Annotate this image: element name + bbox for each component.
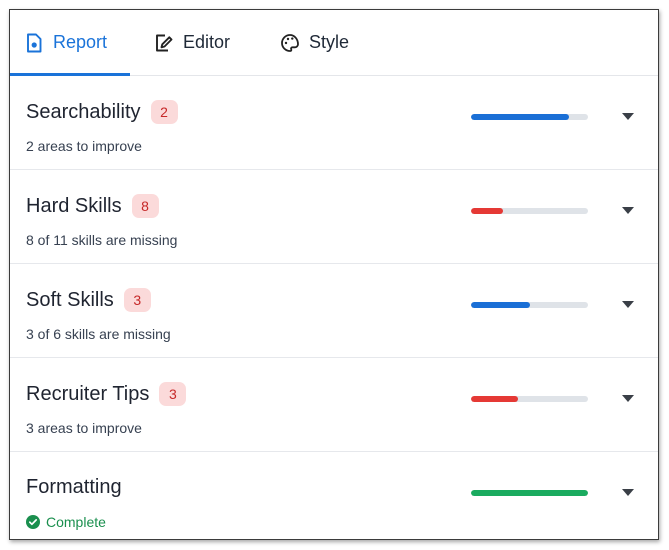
chevron-down-icon[interactable] (620, 392, 636, 404)
issue-count-badge: 2 (150, 100, 178, 124)
score-progress-fill (471, 490, 588, 496)
score-progress-fill (471, 208, 503, 214)
section-title-text: Recruiter Tips (26, 382, 150, 405)
section-subtitle: 3 of 6 skills are missing (26, 326, 171, 342)
tab-report[interactable]: Report (20, 10, 130, 76)
chevron-down-icon[interactable] (620, 204, 636, 216)
section-subtitle: Complete (46, 514, 106, 530)
tab-editor-label: Editor (183, 32, 231, 52)
score-progress-bar (471, 208, 588, 214)
section-row-recruiter-tips[interactable]: Recruiter Tips 3 3 areas to improve (10, 358, 658, 452)
tab-editor[interactable]: Editor (153, 10, 230, 76)
section-subtitle: 3 areas to improve (26, 420, 142, 436)
section-title: Soft Skills 3 (26, 288, 151, 312)
section-row-soft-skills[interactable]: Soft Skills 3 3 of 6 skills are missing (10, 264, 658, 358)
tab-style[interactable]: Style (279, 10, 349, 76)
score-progress-fill (471, 302, 530, 308)
section-subtitle: 8 of 11 skills are missing (26, 232, 178, 248)
section-status-complete: Complete (26, 514, 106, 530)
score-progress-bar (471, 302, 588, 308)
section-title: Hard Skills 8 (26, 194, 159, 218)
score-progress-bar (471, 114, 588, 120)
tab-report-label: Report (53, 32, 108, 52)
section-row-formatting[interactable]: Formatting Complete (10, 452, 658, 539)
section-title-text: Formatting (26, 476, 122, 498)
section-title: Recruiter Tips 3 (26, 382, 187, 406)
report-panel: Report Editor Style Searchability 2 2 ar… (9, 9, 659, 540)
section-row-searchability[interactable]: Searchability 2 2 areas to improve (10, 76, 658, 170)
chevron-down-icon[interactable] (620, 110, 636, 122)
chevron-down-icon[interactable] (620, 298, 636, 310)
section-title: Searchability 2 (26, 100, 178, 124)
section-subtitle: 2 areas to improve (26, 138, 142, 154)
score-progress-fill (471, 114, 570, 120)
issue-count-badge: 8 (131, 194, 159, 218)
section-title-text: Soft Skills (26, 288, 114, 311)
issue-count-badge: 3 (123, 288, 151, 312)
palette-icon (279, 32, 301, 54)
score-progress-bar (471, 396, 588, 402)
score-progress-bar (471, 490, 588, 496)
issue-count-badge: 3 (159, 382, 187, 406)
section-title-text: Searchability (26, 100, 141, 123)
section-title: Formatting (26, 476, 122, 499)
chevron-down-icon[interactable] (620, 486, 636, 498)
report-icon (23, 32, 45, 54)
section-title-text: Hard Skills (26, 194, 122, 217)
tab-bar: Report Editor Style (10, 10, 658, 76)
editor-icon (153, 32, 175, 54)
score-progress-fill (471, 396, 518, 402)
tab-style-label: Style (309, 32, 350, 52)
check-circle-icon (26, 515, 40, 529)
section-row-hard-skills[interactable]: Hard Skills 8 8 of 11 skills are missing (10, 170, 658, 264)
